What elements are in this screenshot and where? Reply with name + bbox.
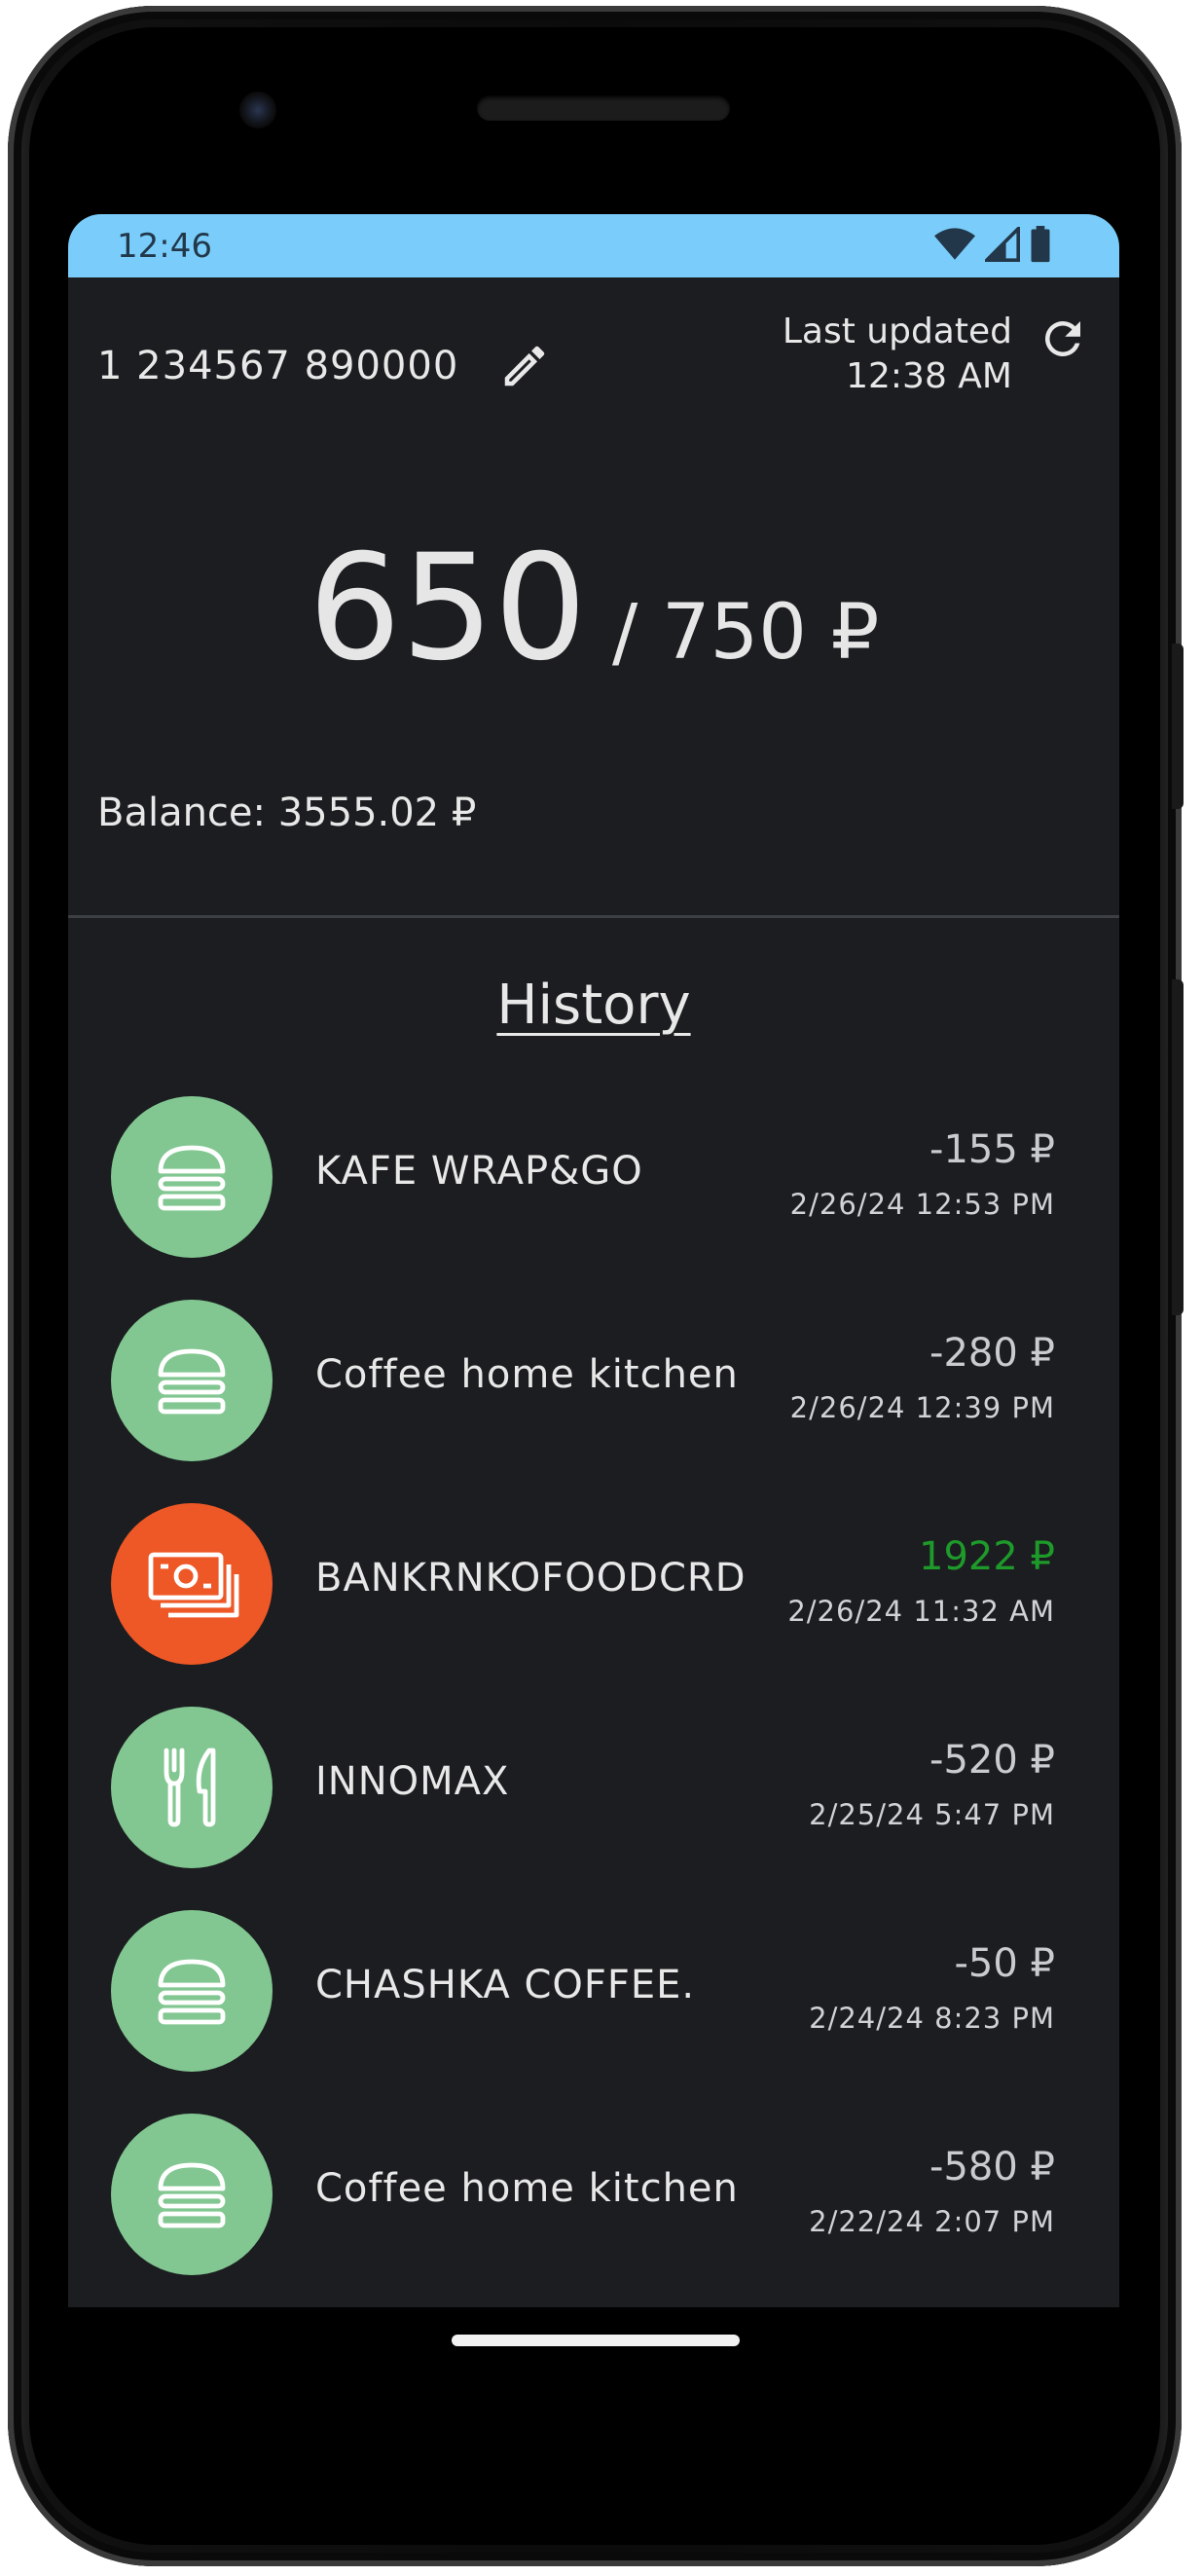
burger-icon	[158, 1145, 226, 1211]
transaction-amount: 1922 ₽	[919, 1534, 1055, 1579]
transaction-date: 2/26/24 11:32 AM	[787, 1595, 1055, 1628]
transaction-row[interactable]: KAFE WRAP&GO -155 ₽ 2/26/24 12:53 PM	[68, 1090, 1119, 1294]
card-number-row: 1 234567 890000	[97, 339, 552, 393]
burger-icon	[158, 2162, 226, 2228]
last-updated: Last updated 12:38 AM	[783, 310, 1012, 399]
wifi-icon	[934, 228, 975, 260]
transaction-row[interactable]: BANKRNKOFOODCRD 1922 ₽ 2/26/24 11:32 AM	[68, 1497, 1119, 1701]
limit-spent: 650	[308, 524, 587, 693]
refresh-icon	[1044, 320, 1080, 356]
transaction-name: CHASHKA COFFEE.	[315, 1963, 696, 2007]
transaction-amount: -50 ₽	[954, 1941, 1056, 1986]
transaction-list: KAFE WRAP&GO -155 ₽ 2/26/24 12:53 PM Cof…	[68, 1090, 1119, 2307]
transaction-date: 2/22/24 2:07 PM	[809, 2205, 1055, 2238]
transaction-date: 2/26/24 12:53 PM	[789, 1188, 1055, 1221]
transaction-name: Coffee home kitchen	[315, 1352, 739, 1397]
status-time: 12:46	[117, 227, 212, 266]
signal-icon	[985, 227, 1020, 262]
transaction-date: 2/25/24 5:47 PM	[809, 1798, 1055, 1831]
transaction-amount: -580 ₽	[929, 2145, 1055, 2190]
burger-icon	[158, 1348, 226, 1415]
spending-limit: 650/ 750 ₽	[68, 535, 1119, 681]
front-camera	[239, 92, 276, 129]
power-button	[1172, 979, 1184, 1315]
home-gesture-bar[interactable]	[452, 2335, 740, 2346]
volume-button	[1172, 644, 1184, 809]
transaction-icon-circle	[111, 1910, 273, 2072]
transaction-row[interactable]: INNOMAX -520 ₽ 2/25/24 5:47 PM	[68, 1701, 1119, 1904]
status-bar: 12:46	[68, 214, 1119, 277]
status-icons	[934, 226, 1051, 263]
transaction-icon-circle	[111, 1707, 273, 1868]
transaction-amount: -520 ₽	[929, 1738, 1055, 1783]
transaction-date: 2/26/24 12:39 PM	[789, 1391, 1055, 1424]
burger-icon	[158, 1959, 226, 2025]
limit-total: / 750 ₽	[611, 589, 880, 677]
battery-icon	[1031, 226, 1050, 263]
transaction-icon-circle	[111, 2114, 273, 2275]
transaction-row[interactable]: Coffee home kitchen -580 ₽ 2/22/24 2:07 …	[68, 2108, 1119, 2307]
transaction-row[interactable]: CHASHKA COFFEE. -50 ₽ 2/24/24 8:23 PM	[68, 1904, 1119, 2108]
card-number: 1 234567 890000	[97, 344, 459, 388]
transaction-row[interactable]: Coffee home kitchen -280 ₽ 2/26/24 12:39…	[68, 1294, 1119, 1497]
transaction-name: Coffee home kitchen	[315, 2166, 739, 2211]
transaction-icon-circle	[111, 1096, 273, 1258]
transaction-amount: -155 ₽	[929, 1127, 1055, 1172]
transaction-icon-circle	[111, 1503, 273, 1665]
refresh-button[interactable]	[1036, 312, 1090, 366]
edit-card-button[interactable]	[497, 339, 552, 393]
history-title: History	[496, 974, 691, 1037]
cutlery-icon	[164, 1748, 216, 1827]
cash-icon	[148, 1552, 239, 1618]
last-updated-time: 12:38 AM	[846, 356, 1012, 396]
transaction-date: 2/24/24 8:23 PM	[809, 2002, 1055, 2035]
divider	[68, 915, 1119, 918]
app-screen: 12:46 1 234567 890000 Last updated 12:38…	[68, 214, 1119, 2307]
transaction-icon-circle	[111, 1300, 273, 1461]
transaction-name: BANKRNKOFOODCRD	[315, 1556, 747, 1601]
earpiece-speaker	[477, 95, 730, 121]
balance: Balance: 3555.02 ₽	[97, 791, 477, 835]
transaction-amount: -280 ₽	[929, 1331, 1055, 1376]
pencil-icon	[505, 346, 545, 386]
last-updated-label: Last updated	[782, 312, 1012, 351]
transaction-name: KAFE WRAP&GO	[315, 1149, 643, 1194]
transaction-name: INNOMAX	[315, 1759, 510, 1804]
